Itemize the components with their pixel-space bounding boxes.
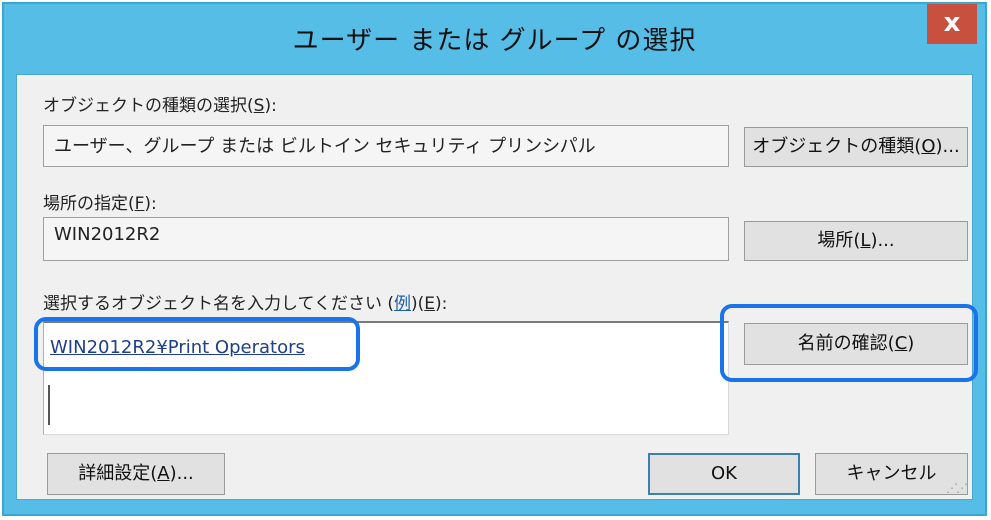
location-value: WIN2012R2 bbox=[54, 224, 161, 245]
close-button[interactable]: x bbox=[927, 4, 977, 44]
object-types-label: オブジェクトの種類の選択(S): bbox=[43, 96, 277, 116]
close-icon: x bbox=[943, 8, 961, 38]
select-users-or-groups-dialog: ユーザー または グループ の選択 x オブジェクトの種類の選択(S): ユーザ… bbox=[2, 2, 987, 516]
location-field: WIN2012R2 bbox=[43, 217, 729, 261]
object-names-input[interactable]: WIN2012R2¥Print Operators bbox=[43, 321, 729, 435]
object-types-value: ユーザー、グループ または ビルトイン セキュリティ プリンシパル bbox=[54, 136, 596, 157]
text-caret bbox=[48, 385, 50, 425]
object-types-button[interactable]: オブジェクトの種類(O)... bbox=[744, 127, 968, 167]
examples-link[interactable]: 例 bbox=[394, 294, 411, 314]
object-types-field: ユーザー、グループ または ビルトイン セキュリティ プリンシパル bbox=[43, 125, 729, 167]
resize-grip-icon[interactable]: ⋰⋰ bbox=[946, 481, 968, 495]
check-names-button[interactable]: 名前の確認(C) bbox=[744, 323, 968, 365]
dialog-title: ユーザー または グループ の選択 bbox=[292, 26, 697, 56]
ok-button[interactable]: OK bbox=[648, 453, 800, 495]
advanced-button[interactable]: 詳細設定(A)... bbox=[47, 453, 225, 495]
object-names-label: 選択するオブジェクト名を入力してください (例)(E): bbox=[43, 294, 448, 314]
locations-button[interactable]: 場所(L)... bbox=[744, 221, 968, 261]
dialog-body: オブジェクトの種類の選択(S): ユーザー、グループ または ビルトイン セキュ… bbox=[16, 74, 973, 500]
title-bar: ユーザー または グループ の選択 x bbox=[4, 4, 985, 74]
location-label: 場所の指定(F): bbox=[43, 194, 157, 214]
object-name-entry[interactable]: WIN2012R2¥Print Operators bbox=[50, 337, 305, 358]
